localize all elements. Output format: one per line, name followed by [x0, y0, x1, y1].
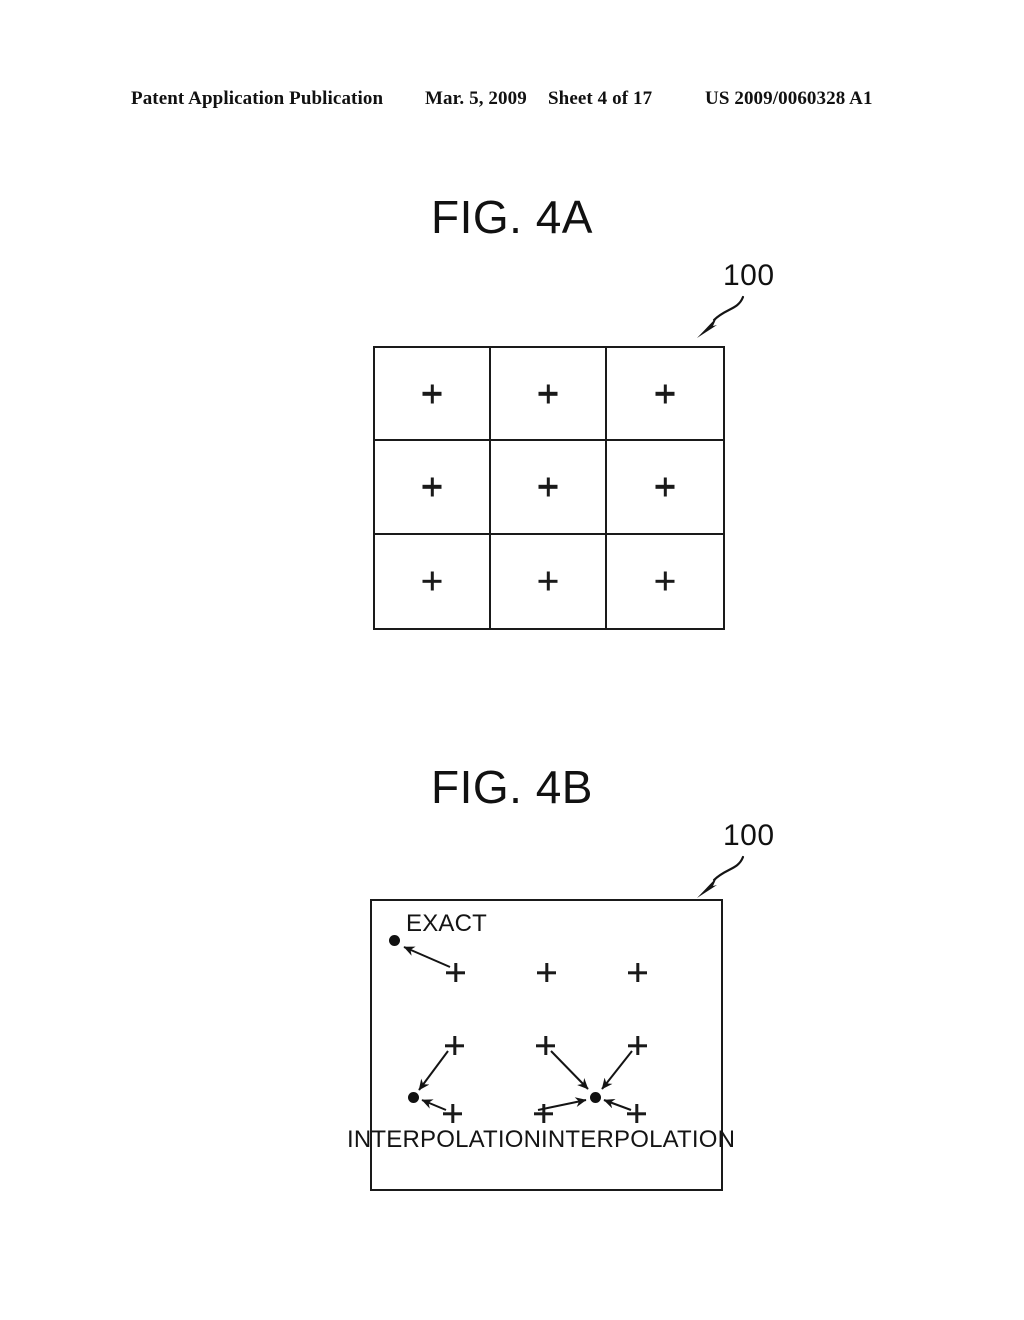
plus-marker-icon: [443, 1104, 462, 1123]
plus-marker-icon: [656, 572, 675, 591]
grid-cell: [375, 534, 491, 628]
figure-4a-leader-arrow-icon: [697, 295, 745, 338]
plus-marker-icon: [539, 572, 558, 591]
exact-label: EXACT: [406, 910, 488, 937]
plus-marker-icon: [423, 384, 442, 403]
grid-cell: [375, 348, 491, 442]
plus-marker-icon: [423, 572, 442, 591]
plus-marker-icon: [446, 963, 465, 982]
interpolation-label-right: INTERPOLATION: [541, 1126, 736, 1153]
grid-cell: [607, 535, 723, 628]
plus-marker-icon: [537, 963, 556, 982]
page-header: Patent Application Publication Mar. 5, 2…: [0, 88, 1024, 116]
plus-marker-icon: [627, 1104, 646, 1123]
grid-cell: [491, 534, 607, 628]
plus-marker-icon: [445, 1036, 464, 1055]
grid-cell: [375, 441, 491, 535]
figure-4a-title: FIG. 4A: [431, 191, 593, 243]
plus-marker-icon: [536, 1036, 555, 1055]
grid-cell: [491, 441, 607, 535]
grid-cell: [607, 348, 723, 442]
figure-4a-reference-numeral: 100: [723, 259, 775, 292]
plus-marker-icon: [539, 477, 558, 496]
plus-marker-icon: [628, 1036, 647, 1055]
figure-4a-grid: [373, 346, 725, 630]
grid-cell: [491, 348, 607, 442]
plus-marker-icon: [656, 384, 675, 403]
plus-marker-icon: [656, 477, 675, 496]
grid-cell: [607, 441, 723, 535]
plus-marker-icon: [539, 384, 558, 403]
header-patent-number: US 2009/0060328 A1: [705, 88, 873, 109]
plus-marker-icon: [423, 477, 442, 496]
header-publication-text: Patent Application Publication: [131, 88, 384, 109]
figure-4b-title: FIG. 4B: [431, 761, 593, 813]
plus-marker-icon: [628, 963, 647, 982]
plus-marker-icon: [534, 1104, 553, 1123]
header-date-text: Mar. 5, 2009: [425, 88, 527, 109]
exact-point-dot: [389, 935, 400, 946]
interpolation-label-left: INTERPOLATION: [347, 1126, 542, 1153]
header-sheet-text: Sheet 4 of 17: [548, 88, 653, 109]
interpolation-point-left-dot: [408, 1092, 419, 1103]
figure-4b-reference-numeral: 100: [723, 819, 775, 852]
patent-drawing-page: Patent Application Publication Mar. 5, 2…: [0, 0, 1024, 1320]
interpolation-point-right-dot: [590, 1092, 601, 1103]
